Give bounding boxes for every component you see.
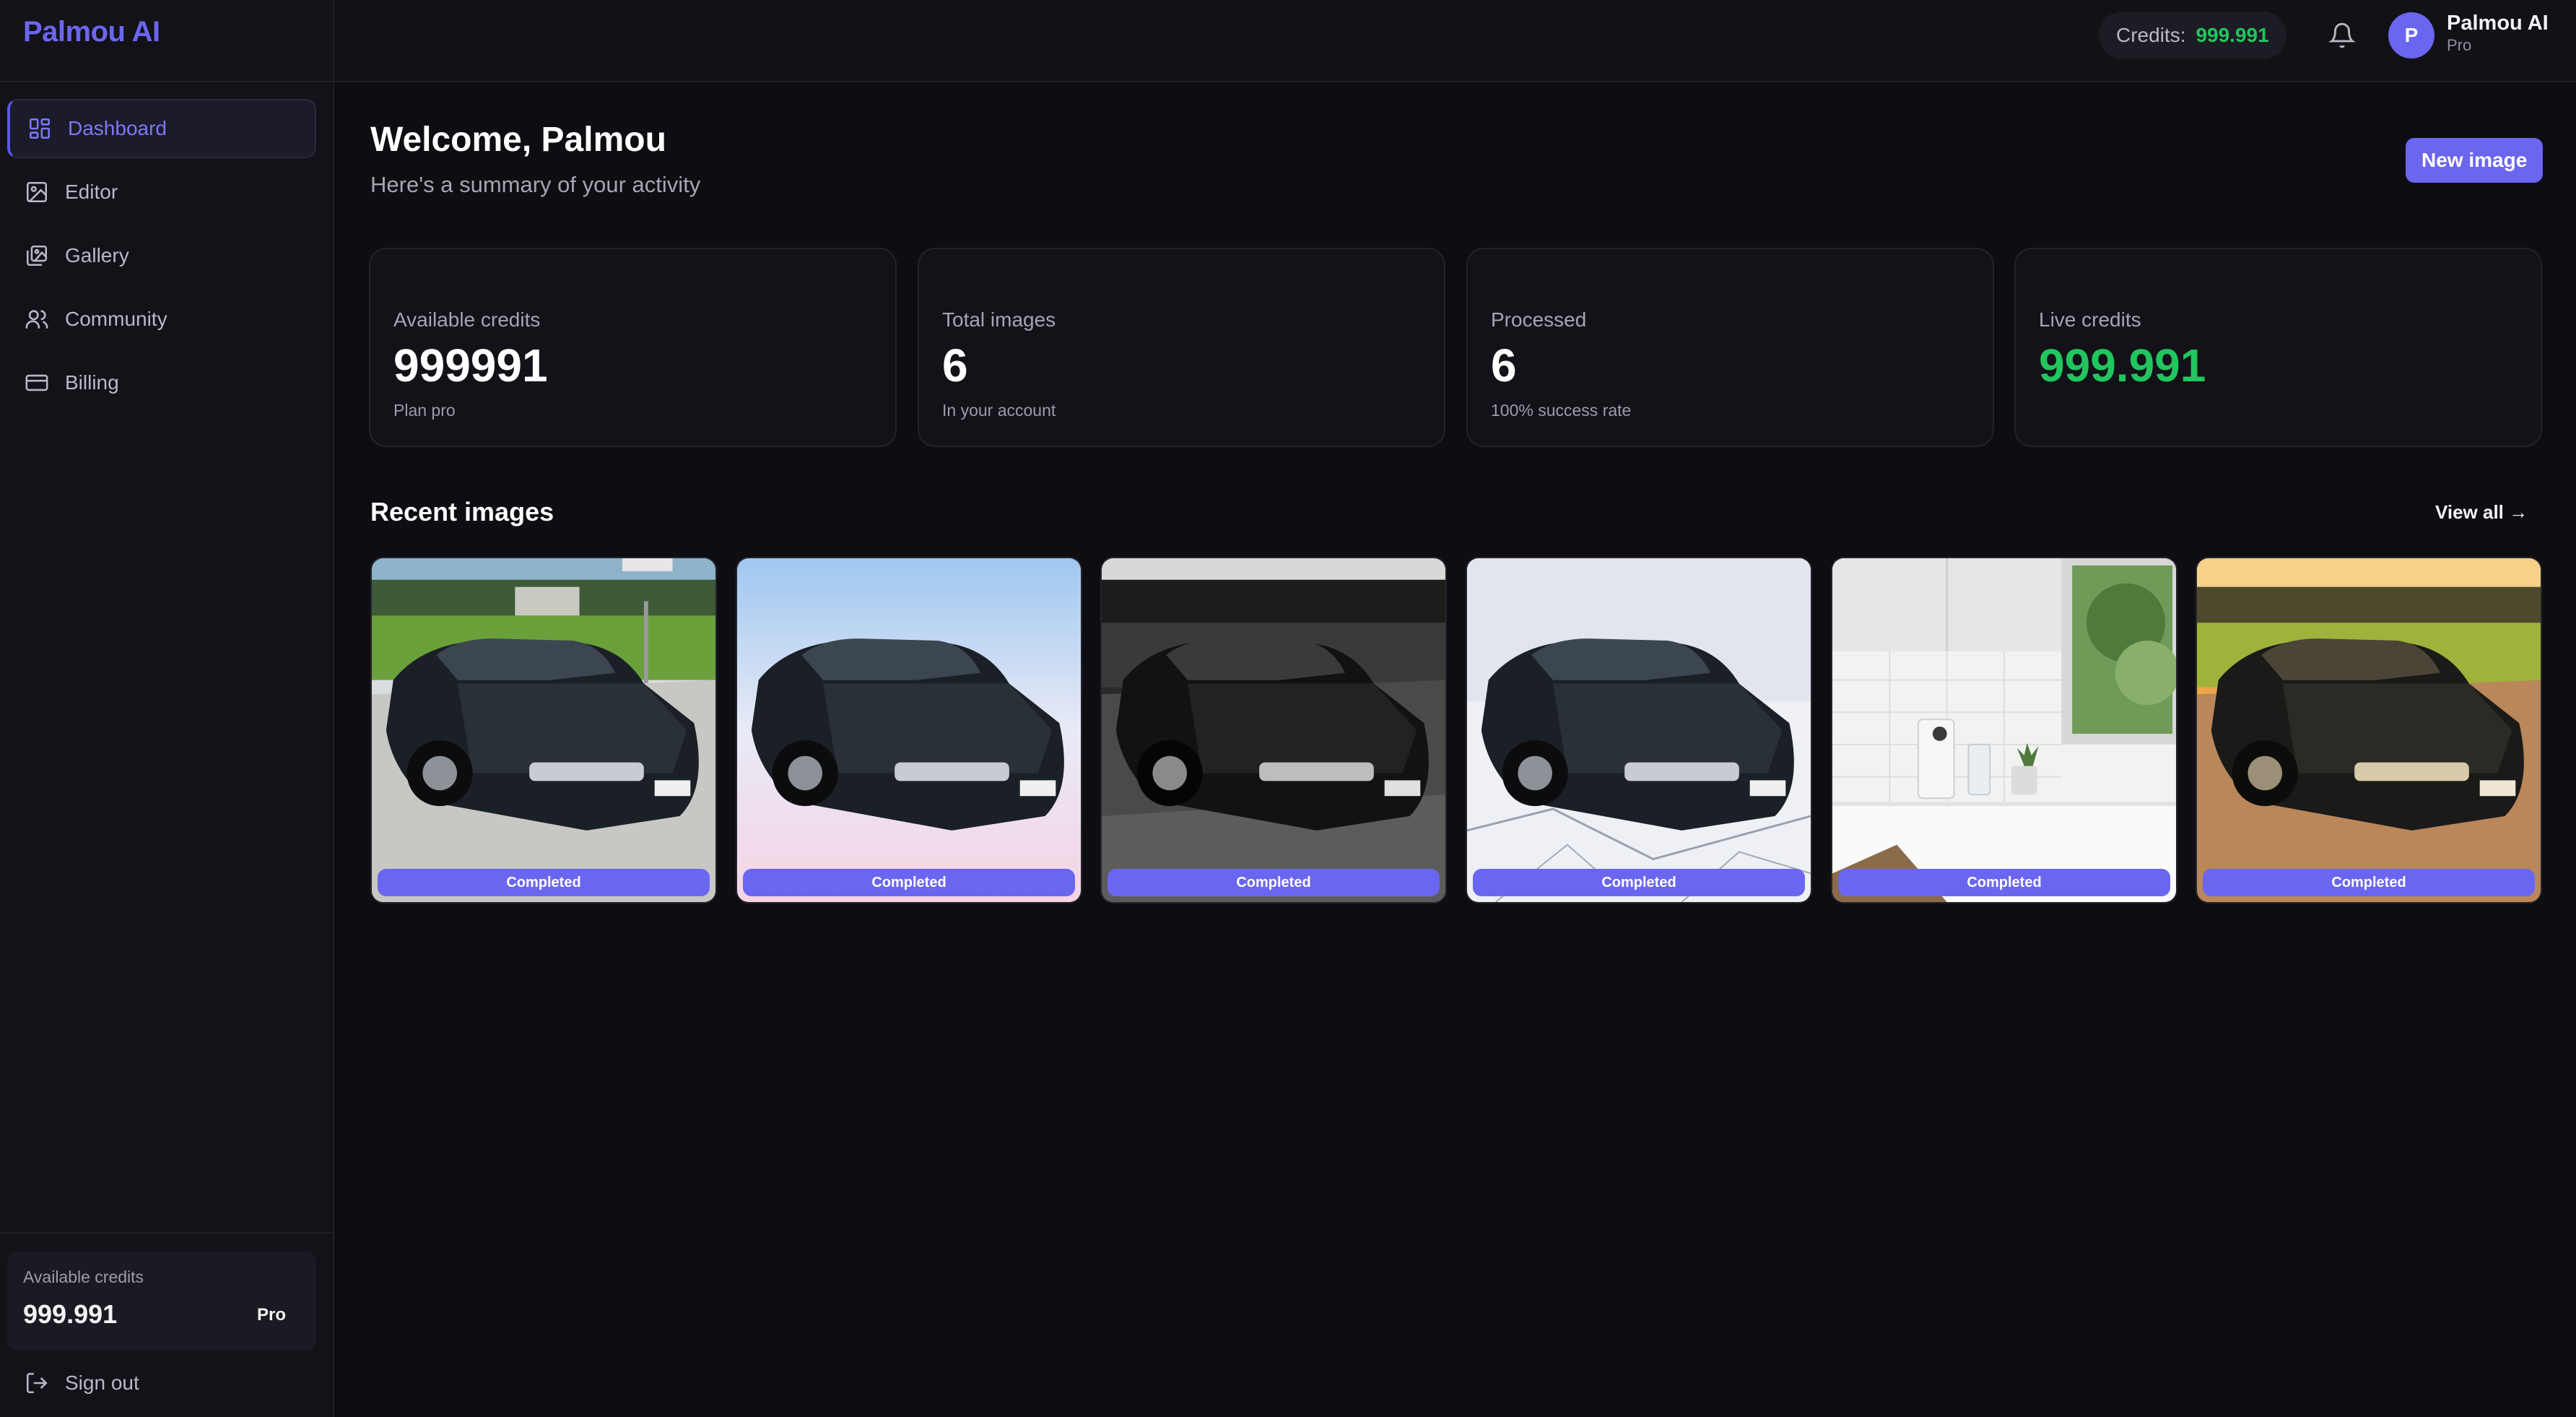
sidebar-item-label: Dashboard bbox=[68, 117, 167, 139]
stat-sub: 100% success rate bbox=[1491, 401, 1632, 420]
status-badge: Completed bbox=[2203, 869, 2535, 896]
bell-icon[interactable] bbox=[2328, 22, 2356, 49]
avatar[interactable]: P bbox=[2388, 12, 2434, 58]
sidebar: Palmou AI Dashboard Editor Gallery Commu… bbox=[0, 0, 334, 1417]
sign-out-button[interactable]: Sign out bbox=[25, 1371, 139, 1395]
divider bbox=[0, 1232, 333, 1234]
recent-images-grid: Completed Completed Completed Completed … bbox=[370, 557, 2544, 904]
stat-label: Live credits bbox=[2039, 308, 2141, 331]
view-all-link[interactable]: View all → bbox=[2435, 501, 2528, 524]
page-subtitle: Here's a summary of your activity bbox=[370, 172, 701, 197]
credits-pill-value: 999.991 bbox=[2196, 24, 2269, 46]
stat-value: 6 bbox=[942, 339, 968, 391]
logout-icon bbox=[25, 1371, 49, 1395]
car-photo bbox=[1102, 558, 1445, 902]
car-photo bbox=[737, 558, 1081, 902]
page-title: Welcome, Palmou bbox=[370, 121, 666, 159]
sidebar-nav: Dashboard Editor Gallery Community Billi… bbox=[7, 99, 316, 417]
recent-images-title: Recent images bbox=[370, 497, 554, 526]
stat-card-total-images: Total images 6 In your account bbox=[918, 248, 1445, 447]
users-icon bbox=[25, 307, 49, 332]
credits-pill: Credits: 999.991 bbox=[2099, 12, 2286, 59]
dashboard-icon bbox=[27, 116, 52, 141]
sidebar-item-label: Gallery bbox=[65, 244, 129, 266]
brand-logo[interactable]: Palmou AI bbox=[23, 16, 160, 48]
divider bbox=[0, 81, 333, 82]
image-thumbnail[interactable]: Completed bbox=[736, 557, 1082, 904]
car-photo bbox=[1467, 558, 1811, 902]
image-thumbnail[interactable]: Completed bbox=[1100, 557, 1447, 904]
app-root: Palmou AI Dashboard Editor Gallery Commu… bbox=[0, 0, 2576, 1417]
image-thumbnail[interactable]: Completed bbox=[1466, 557, 1812, 904]
car-photo bbox=[372, 558, 715, 902]
stat-label: Total images bbox=[942, 308, 1056, 331]
stat-label: Processed bbox=[1491, 308, 1587, 331]
credits-label: Available credits bbox=[23, 1268, 144, 1286]
sidebar-item-dashboard[interactable]: Dashboard bbox=[7, 99, 316, 158]
user-name[interactable]: Palmou AI bbox=[2447, 12, 2549, 35]
status-badge: Completed bbox=[743, 869, 1075, 896]
stat-card-processed: Processed 6 100% success rate bbox=[1466, 248, 1994, 447]
status-badge: Completed bbox=[1838, 869, 2170, 896]
credits-value: 999.991 bbox=[23, 1299, 118, 1329]
sidebar-credits-card: Available credits 999.991 Pro bbox=[7, 1252, 316, 1351]
status-badge: Completed bbox=[378, 869, 710, 896]
plan-badge: Pro bbox=[256, 1305, 286, 1325]
stat-value: 999.991 bbox=[2039, 339, 2206, 391]
top-bar: Credits: 999.991 P Palmou AI Pro bbox=[334, 0, 2576, 82]
sidebar-item-editor[interactable]: Editor bbox=[7, 162, 316, 222]
stat-value: 999991 bbox=[393, 339, 548, 391]
image-icon bbox=[25, 180, 49, 204]
image-thumbnail[interactable]: Completed bbox=[1831, 557, 2177, 904]
status-badge: Completed bbox=[1473, 869, 1805, 896]
image-thumbnail[interactable]: Completed bbox=[2196, 557, 2542, 904]
new-image-button[interactable]: New image bbox=[2406, 138, 2544, 183]
status-badge: Completed bbox=[1108, 869, 1440, 896]
user-plan: Pro bbox=[2447, 36, 2472, 54]
sign-out-label: Sign out bbox=[65, 1372, 139, 1394]
image-thumbnail[interactable]: Completed bbox=[370, 557, 717, 904]
credit-card-icon bbox=[25, 370, 49, 395]
images-icon bbox=[25, 243, 49, 268]
stat-label: Available credits bbox=[393, 308, 541, 331]
stats-row: Available credits 999991 Plan pro Total … bbox=[369, 248, 2542, 447]
stat-sub: In your account bbox=[942, 401, 1056, 420]
sidebar-item-billing[interactable]: Billing bbox=[7, 353, 316, 412]
stat-value: 6 bbox=[1491, 339, 1517, 391]
sidebar-item-community[interactable]: Community bbox=[7, 290, 316, 349]
stat-sub: Plan pro bbox=[393, 401, 456, 420]
stat-card-available-credits: Available credits 999991 Plan pro bbox=[369, 248, 897, 447]
car-photo bbox=[2197, 558, 2541, 902]
sidebar-item-label: Community bbox=[65, 308, 167, 330]
sidebar-item-gallery[interactable]: Gallery bbox=[7, 226, 316, 285]
credits-pill-label: Credits: bbox=[2116, 24, 2186, 46]
kitchen-photo bbox=[1832, 558, 2176, 902]
stat-card-live-credits: Live credits 999.991 bbox=[2014, 248, 2542, 447]
sidebar-item-label: Billing bbox=[65, 371, 119, 394]
main-content: Welcome, Palmou Here's a summary of your… bbox=[334, 82, 2576, 1417]
sidebar-item-label: Editor bbox=[65, 181, 118, 203]
